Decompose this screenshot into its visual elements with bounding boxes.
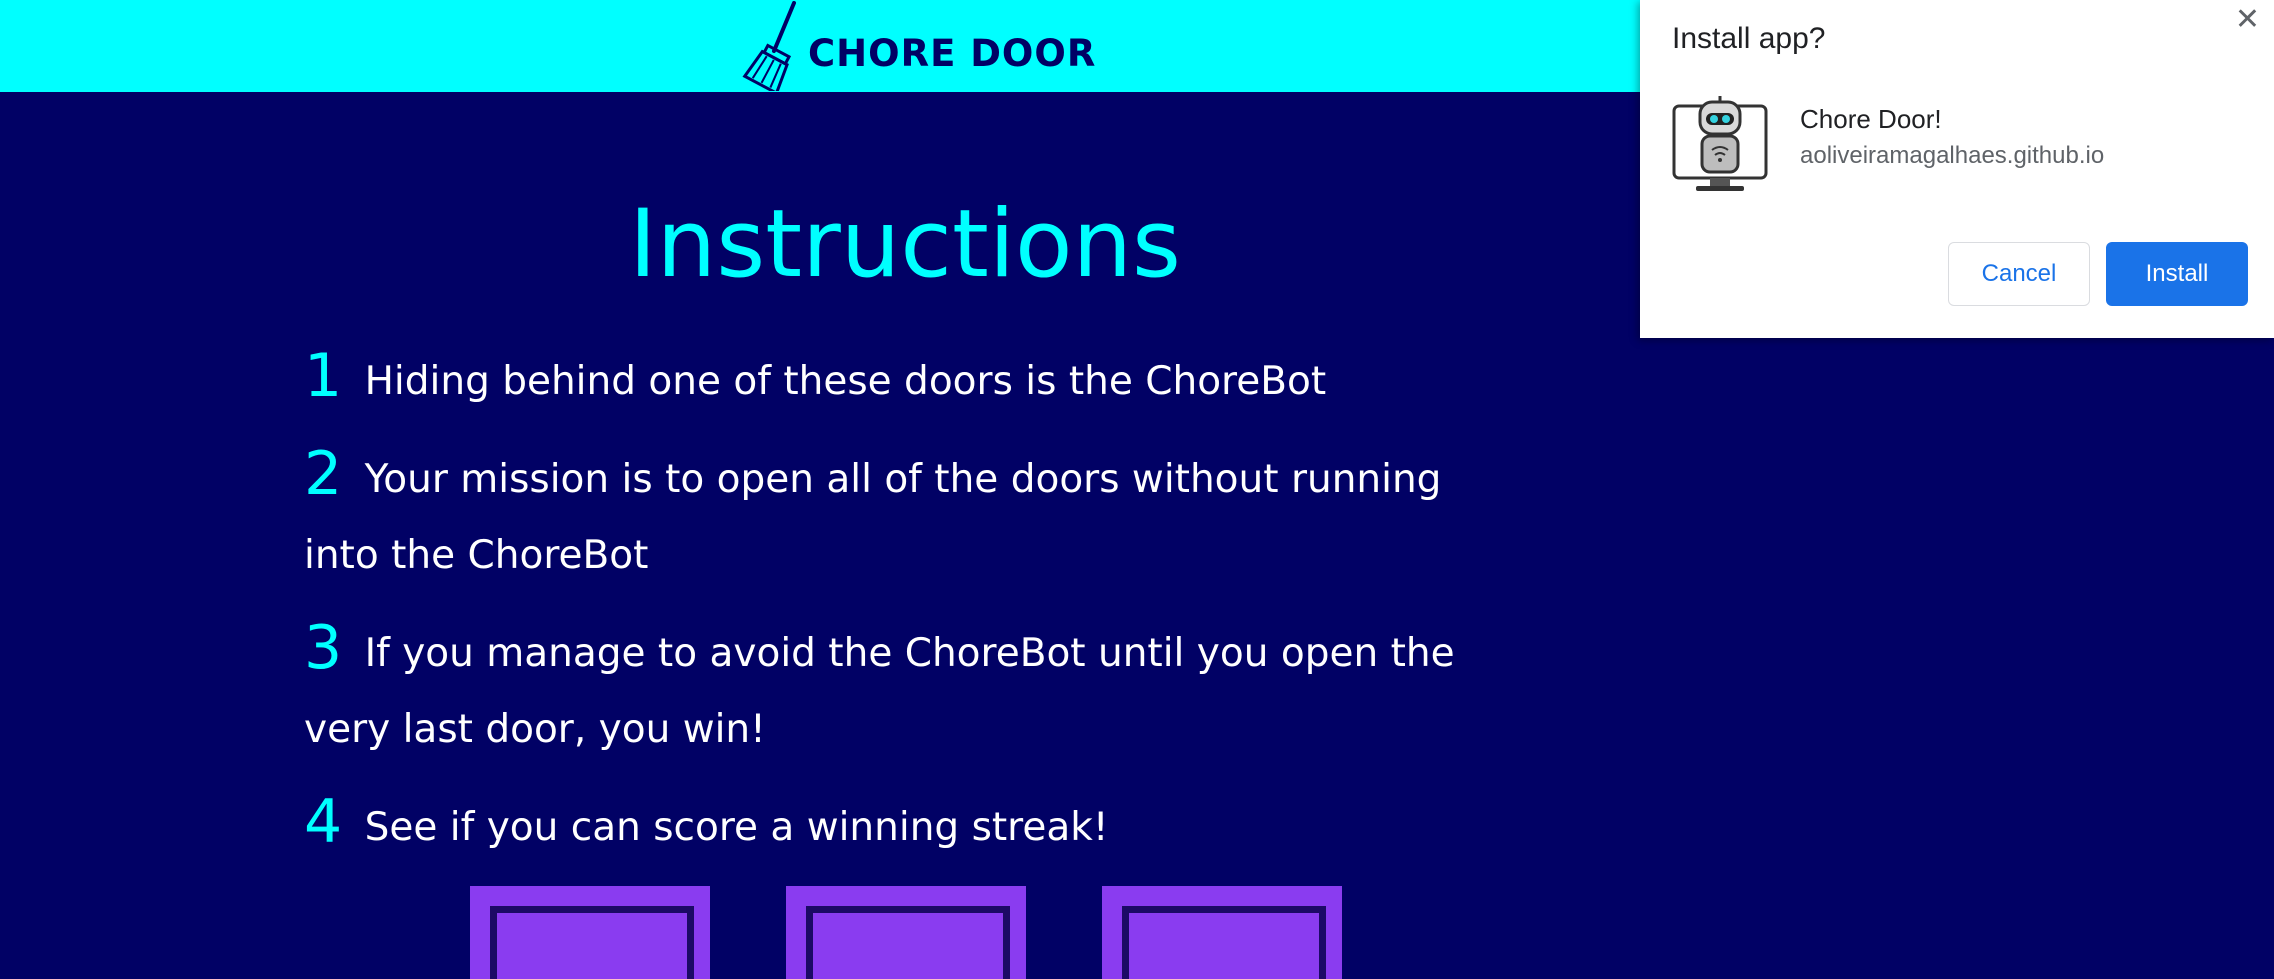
- instruction-text: If you manage to avoid the ChoreBot unti…: [304, 631, 1455, 752]
- close-icon[interactable]: ✕: [2235, 2, 2260, 37]
- instruction-number: 3: [304, 613, 343, 683]
- instruction-item: 4 See if you can score a winning streak!: [304, 784, 1494, 866]
- broom-icon: [742, 1, 796, 91]
- app-name: Chore Door!: [1800, 104, 1942, 134]
- instruction-text: See if you can score a winning streak!: [364, 805, 1109, 850]
- cancel-button[interactable]: Cancel: [1948, 242, 2090, 306]
- instruction-item: 3 If you manage to avoid the ChoreBot un…: [304, 610, 1494, 768]
- install-app-dialog: Install app? ✕ Chore Door! aoliveiramaga…: [1640, 0, 2274, 338]
- instruction-item: 2 Your mission is to open all of the doo…: [304, 436, 1494, 594]
- instruction-item: 1 Hiding behind one of these doors is th…: [304, 338, 1494, 420]
- door-panel: [490, 906, 694, 979]
- doors-row: [470, 886, 1418, 979]
- install-button[interactable]: Install: [2106, 242, 2248, 306]
- instruction-text: Hiding behind one of these doors is the …: [364, 359, 1327, 404]
- logo: CHORE DOOR: [740, 0, 1096, 92]
- instruction-text: Your mission is to open all of the doors…: [304, 457, 1442, 578]
- instruction-number: 2: [304, 439, 343, 509]
- logo-text: CHORE DOOR: [808, 31, 1097, 75]
- page-title: Instructions: [628, 190, 1182, 299]
- door-3[interactable]: [1102, 886, 1342, 979]
- door-1[interactable]: [470, 886, 710, 979]
- robot-icon: [1672, 96, 1768, 191]
- instruction-number: 1: [304, 341, 343, 411]
- door-2[interactable]: [786, 886, 1026, 979]
- instruction-number: 4: [304, 787, 343, 857]
- dialog-title: Install app?: [1672, 22, 1826, 55]
- door-panel: [1122, 906, 1326, 979]
- door-panel: [806, 906, 1010, 979]
- app-url: aoliveiramagalhaes.github.io: [1800, 142, 2105, 169]
- page: CHORE DOOR Instructions 1 Hiding behind …: [0, 0, 2274, 979]
- instructions-list: 1 Hiding behind one of these doors is th…: [304, 338, 1494, 882]
